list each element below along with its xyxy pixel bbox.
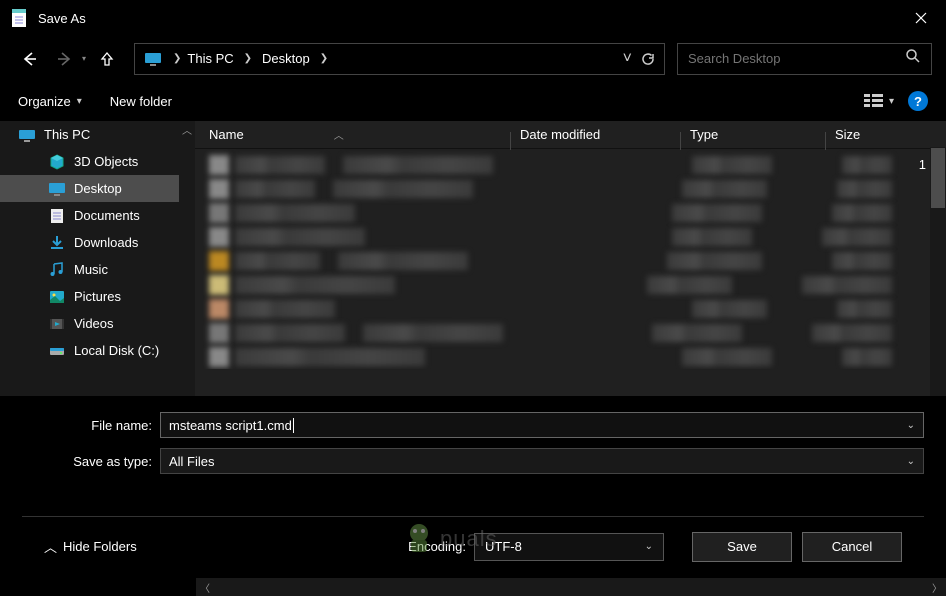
chevron-right-icon[interactable]: ❯ [320, 53, 328, 64]
file-row[interactable] [209, 203, 932, 223]
folder-icon [48, 234, 66, 252]
monitor-icon [143, 49, 163, 69]
dropdown-icon[interactable]: ⌄ [907, 456, 915, 467]
save-type-select[interactable]: All Files ⌄ [160, 448, 924, 474]
title-bar: Save As [0, 0, 946, 36]
encoding-label: Encoding: [408, 539, 466, 554]
view-options-button[interactable]: ▾ [863, 92, 894, 110]
navigation-bar: ▾ ❯ This PC ❯ Desktop ❯ ˅ [0, 36, 946, 81]
column-headers: Name ︿ Date modified Type Size [195, 121, 946, 149]
scroll-left-icon[interactable]: 〈 [196, 578, 214, 596]
tree-item[interactable]: Downloads [0, 229, 195, 256]
chevron-down-icon: ▾ [77, 96, 82, 107]
tree-item[interactable]: Music [0, 256, 195, 283]
tree-item[interactable]: Local Disk (C:) [0, 337, 195, 364]
navigation-tree: ︿ This PC 3D ObjectsDesktopDocumentsDown… [0, 121, 195, 396]
file-row[interactable] [209, 347, 932, 367]
forward-button[interactable] [50, 44, 80, 74]
notepad-icon [10, 8, 28, 28]
folder-icon [48, 261, 66, 279]
file-row[interactable] [209, 323, 932, 343]
search-box[interactable] [677, 43, 932, 75]
file-row[interactable] [209, 227, 932, 247]
folder-icon [48, 153, 66, 171]
bottom-bar: ︿ Hide Folders Encoding: UTF-8 ⌄ Save Ca… [22, 516, 924, 576]
toolbar: Organize ▾ New folder ▾ ? [0, 81, 946, 121]
file-row[interactable] [209, 251, 932, 271]
tree-item[interactable]: 3D Objects [0, 148, 195, 175]
file-row[interactable] [209, 179, 932, 199]
file-row[interactable] [209, 299, 932, 319]
folder-icon [48, 315, 66, 333]
pc-icon [18, 126, 36, 144]
dropdown-icon[interactable]: ⌄ [645, 541, 653, 552]
tree-item[interactable]: Videos [0, 310, 195, 337]
sort-indicator-icon: ︿ [334, 127, 344, 142]
chevron-right-icon[interactable]: ❯ [244, 53, 252, 64]
file-row[interactable] [209, 155, 932, 175]
file-name-input[interactable]: msteams script1.cmd ⌄ [160, 412, 924, 438]
breadcrumb-item[interactable]: This PC [187, 51, 233, 66]
folder-icon [48, 207, 66, 225]
save-button[interactable]: Save [692, 532, 792, 562]
dropdown-icon[interactable]: ⌄ [907, 420, 915, 431]
column-name[interactable]: Name ︿ [195, 127, 510, 142]
breadcrumb: This PC ❯ Desktop ❯ [187, 51, 334, 66]
search-input[interactable] [688, 51, 905, 66]
tree-item[interactable]: Pictures [0, 283, 195, 310]
up-button[interactable] [92, 44, 122, 74]
chevron-down-icon: ▾ [889, 96, 894, 107]
tree-scrollbar[interactable]: ︿ [179, 121, 195, 396]
horizontal-scrollbar[interactable]: 〈 〉 [196, 578, 946, 596]
breadcrumb-item[interactable]: Desktop [262, 51, 310, 66]
search-icon[interactable] [905, 48, 921, 69]
hide-folders-button[interactable]: ︿ Hide Folders [44, 537, 137, 556]
tree-item-this-pc[interactable]: This PC [0, 121, 195, 148]
file-scrollbar[interactable] [930, 147, 946, 396]
tree-item[interactable]: Desktop [0, 175, 195, 202]
tree-item[interactable]: Documents [0, 202, 195, 229]
folder-icon [48, 342, 66, 360]
cancel-button[interactable]: Cancel [802, 532, 902, 562]
refresh-icon[interactable] [640, 51, 656, 67]
close-button[interactable] [896, 0, 946, 36]
recent-dropdown-icon[interactable]: ▾ [82, 54, 86, 63]
new-folder-button[interactable]: New folder [110, 94, 172, 109]
address-bar[interactable]: ❯ This PC ❯ Desktop ❯ ˅ [134, 43, 665, 75]
folder-icon [48, 180, 66, 198]
window-title: Save As [38, 11, 896, 26]
organize-button[interactable]: Organize ▾ [18, 94, 82, 109]
content-area: ︿ This PC 3D ObjectsDesktopDocumentsDown… [0, 121, 946, 396]
file-list: Name ︿ Date modified Type Size 1 [195, 121, 946, 396]
file-name-label: File name: [22, 418, 160, 433]
save-type-label: Save as type: [22, 454, 160, 469]
scrollbar-thumb[interactable] [931, 148, 945, 208]
scroll-up-icon[interactable]: ︿ [179, 121, 195, 137]
scroll-right-icon[interactable]: 〉 [928, 578, 946, 596]
column-type[interactable]: Type [680, 127, 825, 142]
column-modified[interactable]: Date modified [510, 127, 680, 142]
file-row[interactable] [209, 275, 932, 295]
chevron-right-icon[interactable]: ❯ [173, 53, 181, 64]
chevron-up-icon: ︿ [44, 537, 57, 556]
back-button[interactable] [14, 44, 44, 74]
file-list-body[interactable] [195, 149, 946, 369]
help-icon[interactable]: ? [908, 91, 928, 111]
folder-icon [48, 288, 66, 306]
column-size[interactable]: Size [825, 127, 860, 142]
dropdown-icon[interactable]: ˅ [623, 50, 632, 68]
save-form: File name: msteams script1.cmd ⌄ Save as… [0, 396, 946, 596]
encoding-select[interactable]: UTF-8 ⌄ [474, 533, 664, 561]
